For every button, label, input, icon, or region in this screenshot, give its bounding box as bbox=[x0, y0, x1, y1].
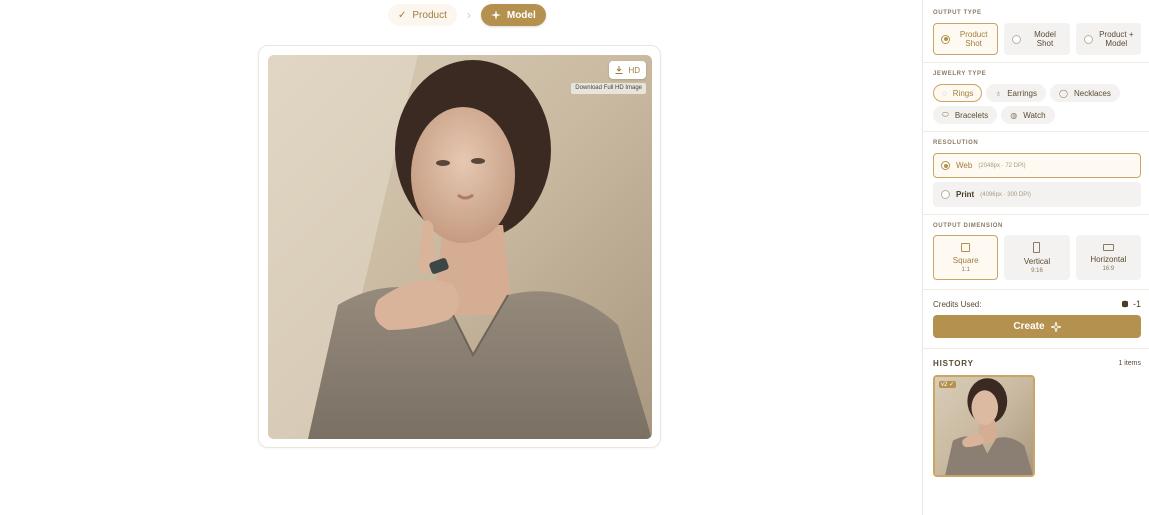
square-icon bbox=[961, 242, 971, 252]
radio-icon bbox=[941, 190, 950, 199]
sparkle-icon bbox=[1050, 321, 1061, 332]
bracelet-icon: ⬭ bbox=[942, 110, 949, 119]
dimension-ratio: 16:9 bbox=[1102, 265, 1115, 272]
preview-card: HD Download Full HD Image bbox=[258, 45, 661, 448]
version-badge: v2 ✓ bbox=[939, 381, 957, 388]
jewelry-type-label: JEWELRY TYPE bbox=[933, 71, 987, 77]
resolution-meta: (2048px · 72 DPI) bbox=[978, 162, 1026, 169]
dimension-square[interactable]: Square 1:1 bbox=[933, 235, 999, 280]
history-count: 1 items bbox=[1118, 360, 1141, 367]
check-icon: ✓ bbox=[398, 9, 407, 21]
credits-row: Credits Used: -1 bbox=[933, 299, 1141, 309]
resolution-print[interactable]: Print (4096px · 300 DPI) bbox=[933, 182, 1141, 207]
chip-label: Watch bbox=[1023, 110, 1046, 120]
chip-watch[interactable]: ◍ Watch bbox=[1001, 106, 1055, 124]
radio-icon bbox=[941, 34, 950, 44]
landscape-icon bbox=[1102, 243, 1114, 251]
ring-icon: ◌ bbox=[942, 88, 947, 98]
history-thumbnail[interactable]: v2 ✓ bbox=[933, 375, 1035, 477]
output-type-label: OUTPUT TYPE bbox=[933, 10, 982, 16]
jewelry-type-chips: ◌ Rings ♁ Earrings ◯ Necklaces ⬭ Bracele… bbox=[933, 84, 1141, 124]
option-label: Model Shot bbox=[1034, 30, 1056, 48]
radio-icon bbox=[941, 161, 950, 170]
resolution-web[interactable]: Web (2048px · 72 DPI) bbox=[933, 153, 1141, 178]
dimension-horizontal[interactable]: Horizontal 16:9 bbox=[1075, 235, 1141, 280]
sparkle-icon bbox=[490, 10, 501, 20]
dimension-vertical[interactable]: Vertical 9:16 bbox=[1004, 235, 1070, 280]
output-type-options: Product Shot Model Shot Product + Model bbox=[933, 23, 1141, 55]
watch-icon: ◍ bbox=[1010, 110, 1018, 120]
divider bbox=[923, 131, 1149, 132]
download-hd-label: HD bbox=[628, 65, 640, 75]
portrait-icon bbox=[1033, 241, 1041, 253]
resolution-name: Print bbox=[956, 190, 975, 199]
settings-panel: OUTPUT TYPE Product Shot Model Shot Produc… bbox=[922, 0, 1149, 515]
divider bbox=[923, 348, 1149, 349]
chip-earrings[interactable]: ♁ Earrings bbox=[986, 84, 1047, 102]
step-product-label: Product bbox=[412, 9, 447, 21]
history-header: HISTORY 1 items bbox=[933, 359, 1141, 368]
radio-icon bbox=[1012, 34, 1022, 44]
radio-icon bbox=[1083, 34, 1093, 44]
output-dimension-label: OUTPUT DIMENSION bbox=[933, 223, 1003, 229]
dimension-label: Horizontal bbox=[1090, 254, 1127, 264]
chip-rings[interactable]: ◌ Rings bbox=[933, 84, 983, 102]
create-button[interactable]: Create bbox=[933, 315, 1141, 338]
credits-value-group: -1 bbox=[1121, 299, 1141, 309]
output-type-product-model[interactable]: Product + Model bbox=[1075, 23, 1141, 55]
create-label: Create bbox=[1013, 321, 1045, 332]
resolution-meta: (4096px · 300 DPI) bbox=[980, 191, 1031, 198]
step-navigation: ✓ Product › Model bbox=[388, 4, 546, 26]
earring-icon: ♁ bbox=[995, 88, 1002, 98]
chip-bracelets[interactable]: ⬭ Bracelets bbox=[933, 106, 998, 124]
output-type-product-shot[interactable]: Product Shot bbox=[933, 23, 999, 55]
output-type-model-shot[interactable]: Model Shot bbox=[1004, 23, 1070, 55]
necklace-icon: ◯ bbox=[1059, 88, 1068, 98]
dimension-label: Vertical bbox=[1023, 256, 1051, 266]
output-dimension-options: Square 1:1 Vertical 9:16 Horizontal 16:9 bbox=[933, 235, 1141, 280]
option-label: Product Shot bbox=[959, 30, 988, 48]
divider bbox=[923, 214, 1149, 215]
app-root: ✓ Product › Model HD Download Full HD Im… bbox=[0, 0, 1149, 515]
chip-necklaces[interactable]: ◯ Necklaces bbox=[1050, 84, 1120, 102]
chevron-right-icon: › bbox=[466, 8, 471, 22]
dimension-label: Square bbox=[952, 255, 979, 265]
credits-value: -1 bbox=[1132, 299, 1141, 309]
resolution-label: RESOLUTION bbox=[933, 140, 979, 146]
dimension-ratio: 1:1 bbox=[961, 266, 970, 273]
divider bbox=[923, 289, 1149, 290]
history-title: HISTORY bbox=[933, 359, 974, 368]
option-label: Product + Model bbox=[1099, 30, 1134, 48]
history-thumbnail-image bbox=[935, 377, 1033, 475]
download-icon bbox=[615, 66, 623, 74]
step-product-button[interactable]: ✓ Product bbox=[388, 4, 457, 26]
step-model-label: Model bbox=[506, 9, 536, 21]
chip-label: Rings bbox=[952, 88, 974, 98]
dimension-ratio: 9:16 bbox=[1031, 267, 1043, 274]
chip-label: Necklaces bbox=[1073, 88, 1111, 98]
divider bbox=[923, 62, 1149, 63]
step-model-button[interactable]: Model bbox=[480, 4, 546, 26]
coin-stack-icon bbox=[1121, 300, 1128, 308]
chip-label: Earrings bbox=[1007, 88, 1038, 98]
resolution-name: Web bbox=[956, 161, 973, 170]
chip-label: Bracelets bbox=[954, 110, 989, 120]
download-hd-button[interactable]: HD bbox=[609, 61, 646, 79]
download-tooltip: Download Full HD Image bbox=[571, 83, 646, 94]
generated-model-image bbox=[268, 55, 652, 439]
credits-label: Credits Used: bbox=[933, 299, 982, 309]
